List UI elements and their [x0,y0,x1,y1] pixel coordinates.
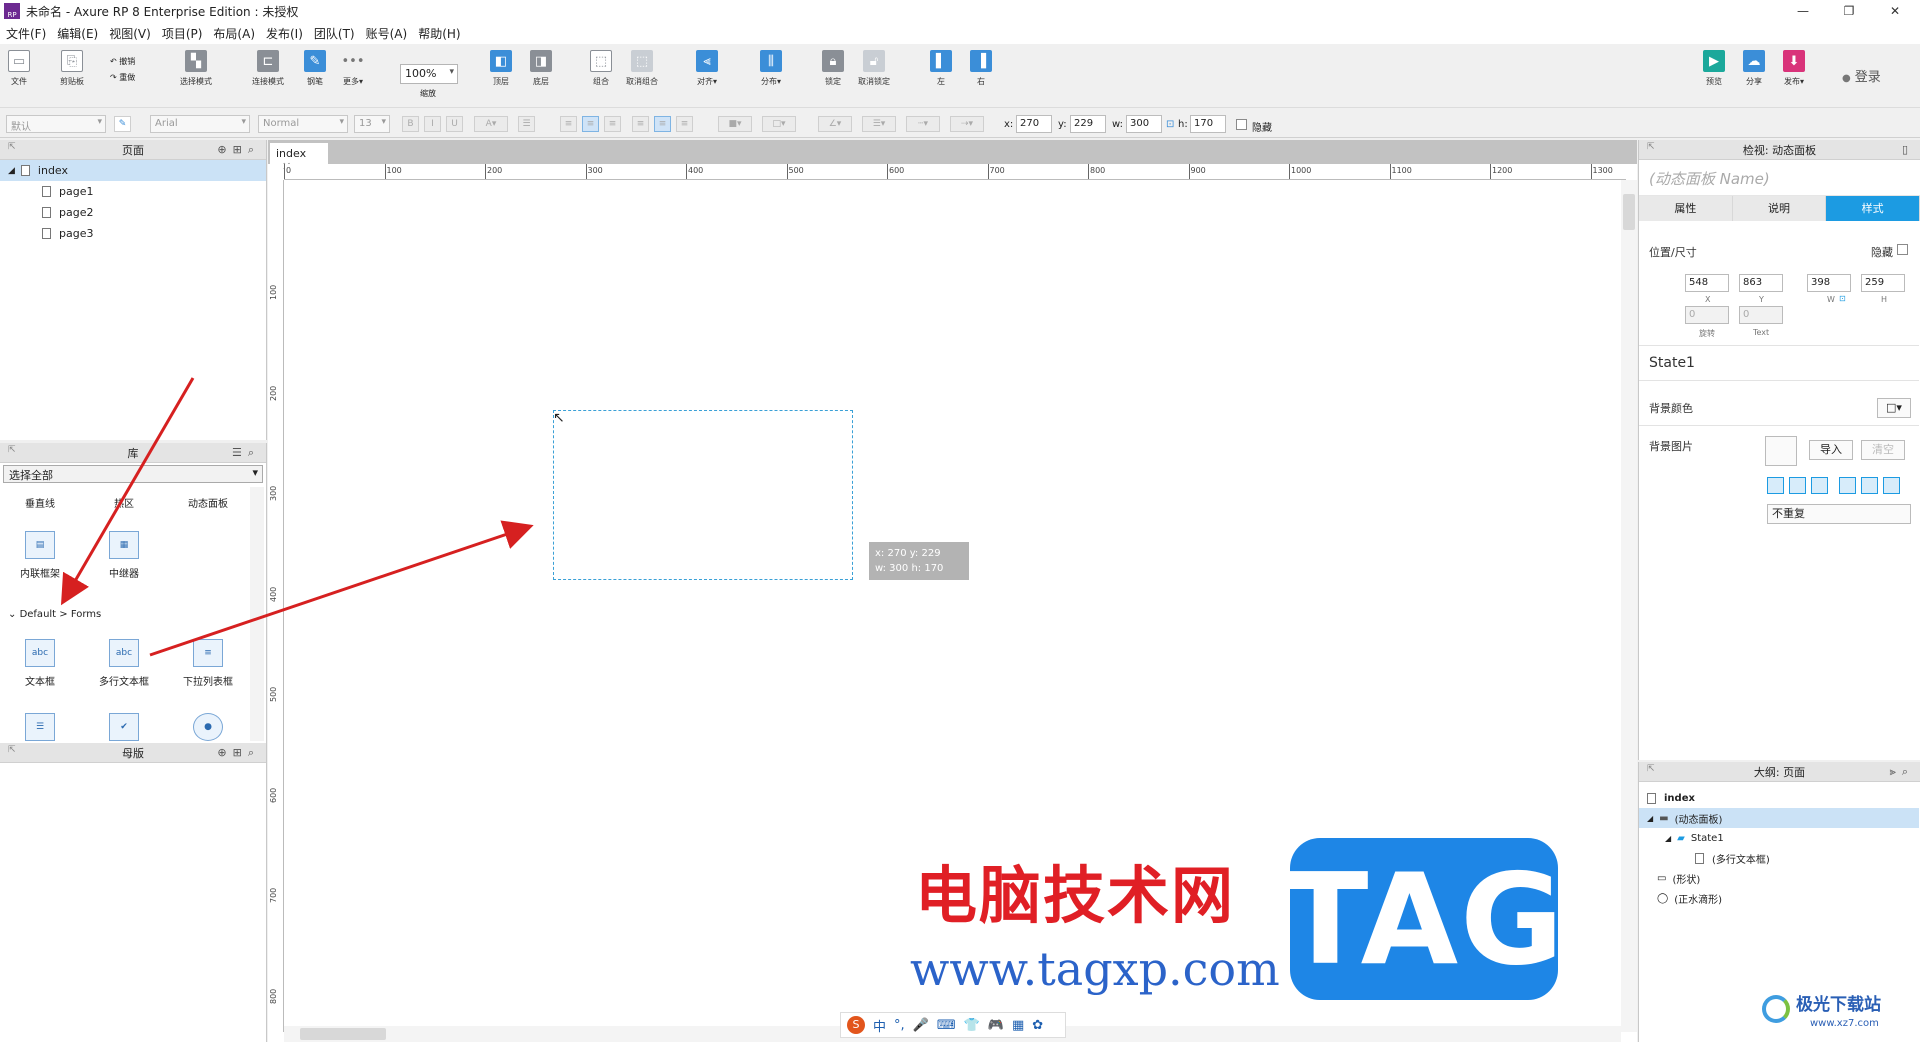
ime-keyboard-icon[interactable]: ⌨ [937,1018,956,1033]
ime-game-icon[interactable]: 🎮 [988,1018,1004,1033]
tab-notes[interactable]: 说明 [1732,196,1827,221]
divider [1639,345,1919,346]
img-align-middle-button[interactable] [1861,477,1878,494]
tab-properties[interactable]: 属性 [1639,196,1733,221]
shape-icon: ▭ [1657,872,1667,884]
import-button[interactable]: 导入 [1809,440,1853,460]
img-align-center-button[interactable] [1789,477,1806,494]
outline-item-state1[interactable]: ◢ ▰ State1 [1639,828,1919,848]
inspector-panel: ⇱ 检视: 动态面板 ▯ (动态面板 Name) 属性 说明 样式 位置/尺寸 … [1638,140,1920,760]
site-url: www.xz7.com [1810,1018,1879,1029]
inspector-tabs: 属性 说明 样式 [1639,196,1920,221]
site-logo-icon [1762,995,1790,1023]
textarea-icon [1695,852,1704,864]
state-icon: ▰ [1677,832,1685,844]
page-icon [1647,792,1656,804]
bg-image-label: 背景图片 [1649,440,1693,453]
collapse-icon[interactable]: ◢ [1665,834,1671,843]
y-sub-label: Y [1759,295,1764,304]
outline-title: 大纲: 页面 [1753,765,1806,779]
rotation-input[interactable]: 0 [1685,306,1729,324]
img-align-right-button[interactable] [1811,477,1828,494]
img-align-bottom-button[interactable] [1883,477,1900,494]
pin-icon[interactable]: ⇱ [1647,764,1655,774]
outline-item-dynamic-panel[interactable]: ◢ ▬ (动态面板) [1639,808,1919,828]
sogou-icon[interactable]: S [847,1016,865,1034]
ime-settings-icon[interactable]: ✿ [1032,1018,1043,1033]
drop-shape-icon: ◯ [1657,892,1669,904]
img-align-left-button[interactable] [1767,477,1784,494]
h-input[interactable]: 259 [1861,274,1905,292]
tag-logo: TAG [1282,838,1564,1000]
arrow-to-canvas [149,520,534,657]
state-name: State1 [1649,355,1695,371]
x-input[interactable]: 548 [1685,274,1729,292]
hidden-label: 隐藏 [1871,246,1893,259]
inspector-title: 检视: 动态面板 [1742,143,1817,157]
y-input[interactable]: 863 [1739,274,1783,292]
filter-search-icons[interactable]: ⫸⌕ [1890,765,1914,779]
clear-button[interactable]: 清空 [1861,440,1905,460]
pin-icon[interactable]: ⇱ [1647,142,1655,152]
ime-apps-icon[interactable]: ▦ [1012,1018,1024,1033]
outline-item-drop[interactable]: ◯ (正水滴形) [1639,888,1919,908]
divider [1639,380,1919,381]
w-input[interactable]: 398 [1807,274,1851,292]
arrow-to-library [60,377,195,606]
bg-color-picker[interactable]: □▾ [1877,398,1911,418]
ime-punctuation-icon[interactable]: °, [894,1018,905,1033]
x-sub-label: X [1705,295,1711,304]
ime-skin-icon[interactable]: 👕 [964,1018,980,1033]
w-sub-label: W [1827,295,1835,304]
ime-voice-icon[interactable]: 🎤 [913,1018,929,1033]
watermark-text: 电脑技术网 [915,859,1236,932]
ime-toolbar[interactable]: S 中 °, 🎤 ⌨ 👕 🎮 ▦ ✿ [840,1012,1066,1038]
outline-header: ⇱ 大纲: 页面 ⫸⌕ [1639,762,1920,782]
divider [1639,425,1919,426]
outline-item-shape[interactable]: ▭ (形状) [1639,868,1919,888]
rotation-label: 旋转 [1699,329,1715,338]
img-align-top-button[interactable] [1839,477,1856,494]
text-rotation-label: Text [1753,328,1770,337]
notes-icon[interactable]: ▯ [1902,143,1914,156]
outline-item-textarea[interactable]: (多行文本框) [1639,848,1919,868]
bg-color-label: 背景颜色 [1649,402,1693,415]
watermark-url: www.tagxp.com [910,942,1280,996]
repeat-select[interactable]: 不重复 [1767,504,1911,524]
pos-size-label: 位置/尺寸 [1649,246,1697,259]
dynamic-panel-icon: ▬ [1659,812,1669,824]
collapse-icon[interactable]: ◢ [1647,814,1653,823]
lock-ratio-icon[interactable]: ⊡ [1839,294,1846,303]
site-logo-text: 极光下载站 [1796,995,1881,1015]
hidden-checkbox[interactable] [1897,244,1908,255]
text-rotation-input[interactable]: 0 [1739,306,1783,324]
inspector-header: ⇱ 检视: 动态面板 ▯ [1639,140,1920,160]
tab-style[interactable]: 样式 [1826,196,1920,221]
outline-item-index[interactable]: index [1639,788,1919,808]
widget-name-input[interactable]: (动态面板 Name) [1639,160,1920,196]
h-sub-label: H [1881,295,1888,304]
ime-chinese-mode[interactable]: 中 [873,1016,886,1035]
bg-image-preview[interactable] [1765,436,1797,466]
